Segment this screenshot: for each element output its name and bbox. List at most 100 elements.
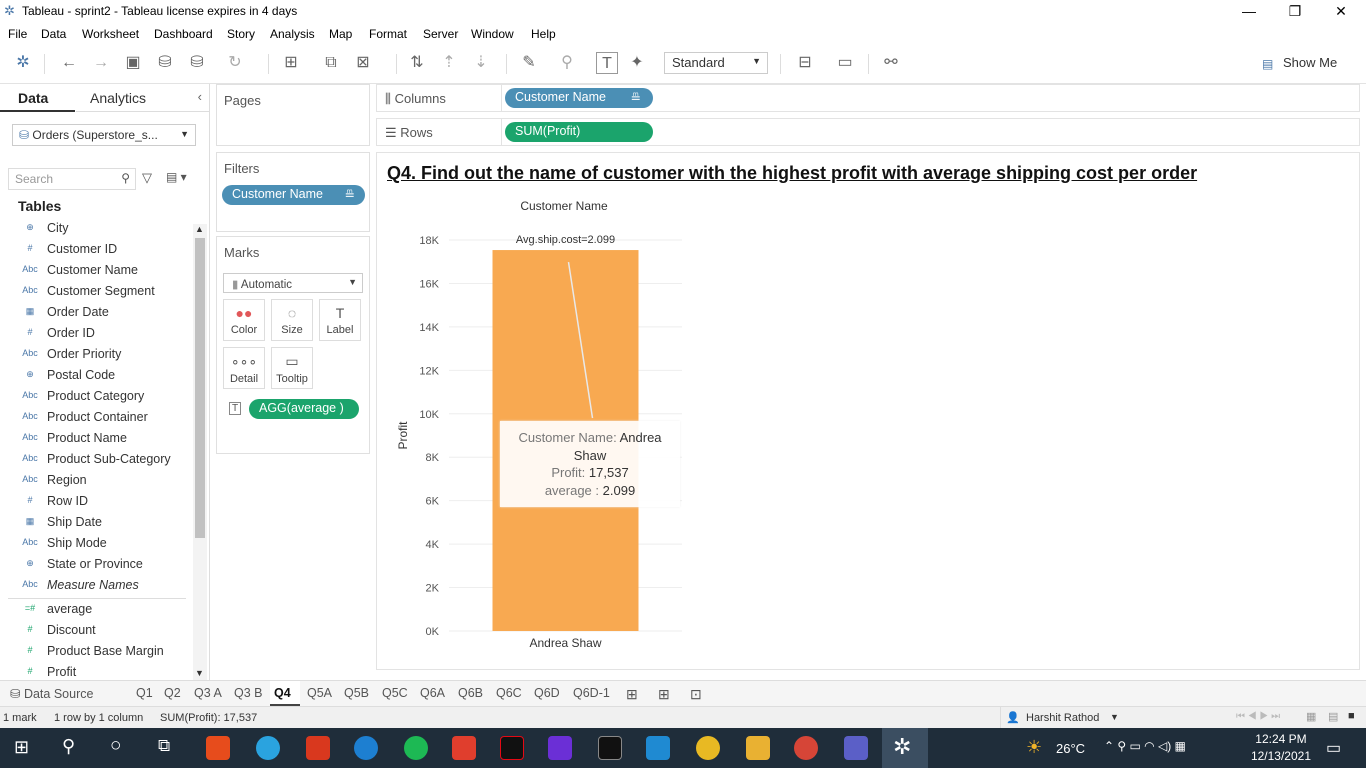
scroll-down-icon[interactable]: ▼ <box>195 668 204 678</box>
search-icon[interactable]: ⚲ <box>62 736 75 757</box>
size-button[interactable]: ◌ Size <box>271 299 313 341</box>
menu-format[interactable]: Format <box>369 27 407 41</box>
scrollbar-thumb[interactable] <box>195 238 205 538</box>
field-item[interactable]: Abc Region <box>0 470 192 491</box>
menu-analysis[interactable]: Analysis <box>270 27 315 41</box>
field-item[interactable]: Abc Ship Mode <box>0 533 192 554</box>
tab-q5b[interactable]: Q5B <box>340 681 373 707</box>
pause-updates-icon[interactable]: ⛁ <box>186 52 208 74</box>
menu-story[interactable]: Story <box>227 27 255 41</box>
datasource-selector[interactable]: ⛁ Orders (Superstore_s... ▼ <box>12 124 196 146</box>
telegram-icon[interactable] <box>256 736 280 760</box>
field-item[interactable]: ⊕ Postal Code <box>0 365 192 386</box>
field-item[interactable]: Abc Product Container <box>0 407 192 428</box>
show-cards-icon[interactable]: ⊟ <box>794 52 816 74</box>
pages-card[interactable]: Pages <box>216 84 370 146</box>
field-item[interactable]: =# average <box>0 599 192 620</box>
wps-icon[interactable] <box>452 736 476 760</box>
menu-map[interactable]: Map <box>329 27 352 41</box>
clock[interactable]: 12:24 PM 12/13/2021 <box>1251 731 1311 765</box>
edge-icon[interactable] <box>354 736 378 760</box>
menu-server[interactable]: Server <box>423 27 458 41</box>
field-item[interactable]: # Discount <box>0 620 192 641</box>
tooltip-button[interactable]: ▭ Tooltip <box>271 347 313 389</box>
task-view-icon[interactable]: ⧉ <box>158 736 170 756</box>
clear-sheet-icon[interactable]: ⊠ <box>352 52 374 74</box>
rows-pill-sum-profit[interactable]: SUM(Profit) <box>505 122 653 142</box>
field-item[interactable]: Abc Product Sub-Category <box>0 449 192 470</box>
new-datasource-icon[interactable]: ⛁ <box>154 52 176 74</box>
tab-q5c[interactable]: Q5C <box>378 681 412 707</box>
menu-worksheet[interactable]: Worksheet <box>82 27 139 41</box>
field-item[interactable]: ▦ Ship Date <box>0 512 192 533</box>
marks-pill-average[interactable]: AGG(average ) <box>249 399 359 419</box>
sort-ascending-icon[interactable]: ⇡ <box>438 52 460 74</box>
undo-icon[interactable]: ← <box>58 52 80 74</box>
netflix-icon[interactable] <box>500 736 524 760</box>
tab-q3a[interactable]: Q3 A <box>190 681 226 707</box>
new-worksheet-icon[interactable]: ⊞ <box>280 52 302 74</box>
share-icon[interactable]: ⚯ <box>880 52 902 74</box>
show-labels-icon[interactable]: T <box>596 52 618 74</box>
tab-q4[interactable]: Q4 <box>270 681 300 707</box>
field-item[interactable]: ⊕ State or Province <box>0 554 192 575</box>
tab-q3b[interactable]: Q3 B <box>230 681 267 707</box>
file-explorer-icon[interactable] <box>746 736 770 760</box>
redo-icon[interactable]: → <box>90 52 112 74</box>
collapse-pane-icon[interactable]: ‹ <box>198 89 202 104</box>
sort-descending-icon[interactable]: ⇣ <box>470 52 492 74</box>
field-item[interactable]: ▦ Order Date <box>0 302 192 323</box>
field-item[interactable]: Abc Product Category <box>0 386 192 407</box>
tabs-view-icon[interactable]: ■ <box>1348 710 1355 722</box>
field-search-input[interactable]: Search ⚲ <box>8 168 136 190</box>
swap-icon[interactable]: ⇅ <box>406 52 428 74</box>
label-button[interactable]: T Label <box>319 299 361 341</box>
field-item[interactable]: # Customer ID <box>0 239 192 260</box>
vscode-icon[interactable] <box>646 736 670 760</box>
chrome-icon[interactable] <box>696 736 720 760</box>
mark-type-dropdown[interactable]: ▮ Automatic ▼ <box>223 273 363 293</box>
menu-help[interactable]: Help <box>531 27 556 41</box>
spotify-icon[interactable] <box>404 736 428 760</box>
windows-start-icon[interactable]: ⊞ <box>14 737 29 758</box>
view-options-icon[interactable]: ▤ ▾ <box>166 170 187 184</box>
chevron-down-icon[interactable]: ▼ <box>1110 712 1119 722</box>
field-item[interactable]: Abc Customer Segment <box>0 281 192 302</box>
tab-q6c[interactable]: Q6C <box>492 681 526 707</box>
filter-pill-customer-name[interactable]: Customer Name ≞ <box>222 185 365 205</box>
presentation-icon[interactable]: ▭ <box>834 52 856 74</box>
sheet-navigation-icon[interactable]: ⏮ ◀ ▶ ⏭ <box>1236 711 1280 722</box>
show-me-button[interactable]: Show Me <box>1283 55 1337 70</box>
filter-icon[interactable]: ▽ <box>142 170 152 186</box>
menu-window[interactable]: Window <box>471 27 514 41</box>
rows-shelf[interactable]: ☰ Rows SUM(Profit) <box>376 118 1360 146</box>
notifications-icon[interactable]: ▭ <box>1326 738 1341 758</box>
new-dashboard-icon[interactable]: ⊞ <box>654 681 674 707</box>
close-icon[interactable]: ✕ <box>1318 0 1364 22</box>
tray-chevron-icon[interactable]: ⌃ ⚲ ▭ ◠ ◁) ▦ <box>1104 739 1186 753</box>
tab-q6d[interactable]: Q6D <box>530 681 564 707</box>
tab-q6a[interactable]: Q6A <box>416 681 449 707</box>
minimize-icon[interactable]: — <box>1226 0 1272 22</box>
duplicate-sheet-icon[interactable]: ⧉ <box>320 52 342 74</box>
restore-icon[interactable]: ❐ <box>1272 0 1318 22</box>
scroll-up-icon[interactable]: ▲ <box>195 224 204 234</box>
highlight-icon[interactable]: ✎ <box>518 52 540 74</box>
field-item[interactable]: # Order ID <box>0 323 192 344</box>
field-item[interactable]: # Row ID <box>0 491 192 512</box>
menu-data[interactable]: Data <box>41 27 66 41</box>
terminal-icon[interactable] <box>598 736 622 760</box>
teams-icon[interactable] <box>844 736 868 760</box>
cortana-icon[interactable]: ○ <box>110 735 121 757</box>
tab-q6b[interactable]: Q6B <box>454 681 487 707</box>
columns-pill-customer-name[interactable]: Customer Name ≞ <box>505 88 653 108</box>
filmstrip-view-icon[interactable]: ▤ <box>1328 710 1338 723</box>
tab-q2[interactable]: Q2 <box>160 681 185 707</box>
new-story-icon[interactable]: ⊡ <box>686 681 706 707</box>
field-item[interactable]: Abc Measure Names <box>0 575 192 596</box>
field-item[interactable]: ⊕ City <box>0 218 192 239</box>
tableau-home-icon[interactable]: ✲ <box>12 52 34 74</box>
new-worksheet-icon[interactable]: ⊞ <box>622 681 642 707</box>
pin-icon[interactable]: ✦ <box>626 52 648 74</box>
save-icon[interactable]: ▣ <box>122 52 144 74</box>
